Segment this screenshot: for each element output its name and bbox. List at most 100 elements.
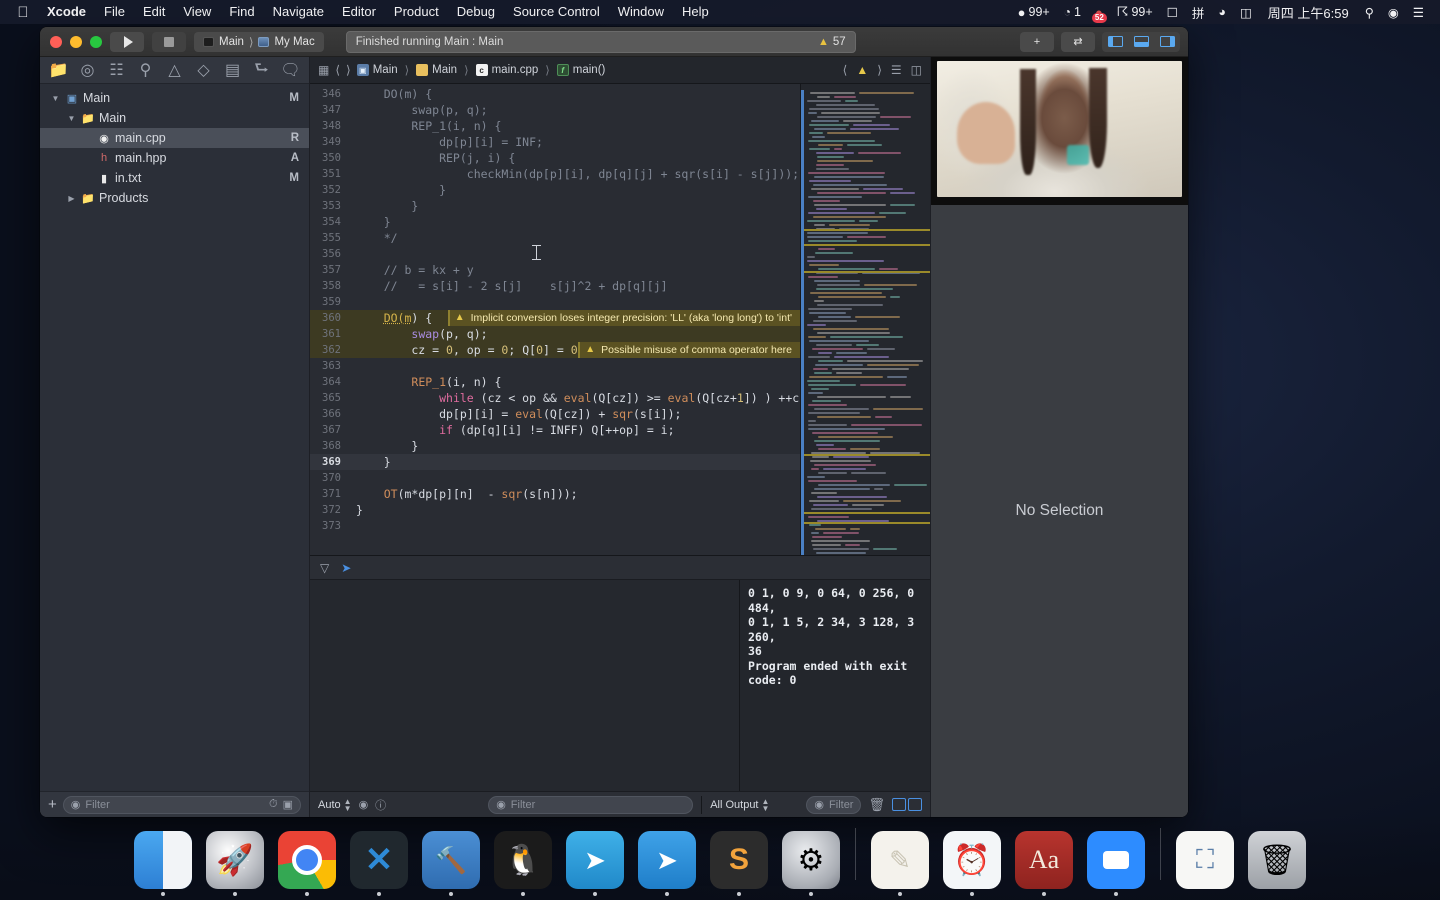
tab-issue-navigator[interactable]: △ [163,60,187,80]
variables-view[interactable] [310,580,740,791]
tab-debug-navigator[interactable]: ▤ [221,60,245,80]
variables-info-icon[interactable]: ⓘ [375,797,386,813]
breadcrumb-project[interactable]: ▣ Main [356,64,398,76]
code-line-358[interactable]: 358 // = s[i] - 2 s[j] s[j]^2 + dp[q][j] [310,278,800,294]
dock-item-xcode[interactable]: 🔨 [415,831,487,896]
status-wifi[interactable]: ◕ [1212,5,1232,19]
menu-item-window[interactable]: Window [609,0,673,24]
dock-item-trash[interactable]: 🗑 [1241,831,1313,896]
qq-icon[interactable]: 🐧 [494,831,552,889]
code-line-364[interactable]: 364 REP_1(i, n) { [310,374,800,390]
menu-item-view[interactable]: View [174,0,220,24]
code-line-360[interactable]: 360 DO(m) {▲ Implicit conversion loses in… [310,310,800,326]
code-line-362[interactable]: 362 cz = 0, op = 0; Q[0] = 0;▲Possible m… [310,342,800,358]
inline-warning-banner[interactable]: ▲ Implicit conversion loses integer preci… [447,310,800,326]
add-assistant-editor-icon[interactable]: ◫ [911,63,922,77]
wechat-icon[interactable]: ⏰ [943,831,1001,889]
project-navigator-tree[interactable]: ▼ ▣ Main M ▼ 📁 Main ◉ main.cpp Rh main.hpp A ▮ in.txt… [40,84,309,791]
chrome-icon[interactable] [278,831,336,889]
swap-editor-button[interactable]: ⇄ [1061,31,1095,52]
variables-watch-icon[interactable]: ◉ [359,798,369,811]
dock-item-telegram[interactable]: ➤ [559,831,631,896]
continue-execution-icon[interactable]: ➤ [341,561,351,575]
breadcrumb-file[interactable]: c main.cpp [475,64,538,76]
dock-item-downloads-stack[interactable]: ⛶ [1169,831,1241,896]
dock-item-notes[interactable]: ✎ [864,831,936,896]
show-console-button[interactable] [908,798,922,811]
dock-item-dingtalk[interactable]: ➤ [631,831,703,896]
navigator-filter-input[interactable]: ◉ Filter ⏱ ▣ [62,795,301,814]
console-filter-input[interactable]: ◉ Filter [806,795,862,814]
code-line-354[interactable]: 354 } [310,214,800,230]
minimize-button[interactable] [70,35,82,48]
tab-symbol-navigator[interactable]: ☷ [105,60,129,80]
toggle-navigator-button[interactable] [1102,32,1128,52]
next-issue-button[interactable]: ⟩ [877,63,882,77]
activity-status-bar[interactable]: Finished running Main : Main ▲ 57 [345,30,856,53]
disclosure-triangle-icon[interactable]: ▼ [66,114,77,123]
code-line-366[interactable]: 366 dp[p][i] = eval(Q[cz]) + sqr(s[i]); [310,406,800,422]
code-line-370[interactable]: 370 [310,470,800,486]
status-app-badged[interactable]: ● 52 [1089,5,1109,23]
back-button[interactable]: ⟨ [335,63,340,77]
status-notifications[interactable]: ◔ 1 [1058,5,1087,19]
code-line-356[interactable]: 356 [310,246,800,262]
code-line-355[interactable]: 355 */ [310,230,800,246]
recent-files-icon[interactable]: ⏱ [269,798,278,811]
menu-item-product[interactable]: Product [385,0,448,24]
tab-report-navigator[interactable]: 🗨 [279,60,303,80]
code-line-348[interactable]: 348 REP_1(i, n) { [310,118,800,134]
dock-item-vscode[interactable]: ✕ [343,831,415,896]
issue-warning-icon[interactable]: ▲ [856,63,868,77]
tab-project-navigator[interactable]: 📁 [47,60,71,80]
code-line-367[interactable]: 367 if (dp[q][i] != INFF) Q[++op] = i; [310,422,800,438]
code-line-368[interactable]: 368 } [310,438,800,454]
navigator-row-main-cpp[interactable]: ◉ main.cpp R [40,128,309,148]
code-line-372[interactable]: 372} [310,502,800,518]
tab-find-navigator[interactable]: ⚲ [134,60,158,80]
show-variables-button[interactable] [892,798,906,811]
downloads-stack-icon[interactable]: ⛶ [1176,831,1234,889]
minimap-toggle-icon[interactable]: ☰ [891,63,902,77]
code-line-352[interactable]: 352 } [310,182,800,198]
code-line-365[interactable]: 365 while (cz < op && eval(Q[cz]) >= eva… [310,390,800,406]
forward-button[interactable]: ⟩ [346,63,351,77]
run-button[interactable] [110,31,144,52]
code-scroll-area[interactable]: 346 DO(m) {347 swap(p, q); 348 REP_1(i, n… [310,84,800,555]
status-battery[interactable]: ◫ [1234,5,1258,20]
menu-item-file[interactable]: File [95,0,134,24]
telegram-icon[interactable]: ➤ [566,831,624,889]
add-file-button[interactable]: + [48,797,57,812]
tab-breakpoint-navigator[interactable]: ⮑ [250,60,274,80]
code-lines[interactable]: 346 DO(m) {347 swap(p, q); 348 REP_1(i, n… [310,84,800,534]
status-control-center[interactable]: ☰ [1407,5,1430,20]
menu-item-debug[interactable]: Debug [448,0,504,24]
breadcrumb-symbol[interactable]: f main() [556,64,605,76]
scheme-selector[interactable]: Main ⟩ My Mac [194,31,324,52]
navigator-row-Products[interactable]: ▶ 📁 Products [40,188,309,208]
stop-button[interactable] [152,31,186,52]
toggle-inspector-button[interactable] [1154,32,1180,52]
code-line-369[interactable]: 369 } [310,454,800,470]
navigator-row-main-hpp[interactable]: h main.hpp A [40,148,309,168]
menu-item-find[interactable]: Find [220,0,263,24]
navigator-row-Main[interactable]: ▼ ▣ Main M [40,88,309,108]
breadcrumb-group[interactable]: Main [416,64,457,76]
trash-icon[interactable]: 🗑 [868,797,885,813]
webcam-video-overlay[interactable] [931,57,1188,205]
apple-menu-icon[interactable]:  [8,5,38,20]
status-airplay[interactable]: ☐ [1161,5,1184,20]
status-input-method[interactable]: 拼 [1186,3,1211,22]
dock-item-sublime-text[interactable]: S [703,831,775,896]
variables-filter-input[interactable]: ◉ Filter [488,795,694,814]
disclosure-triangle-icon[interactable]: ▼ [50,94,61,103]
code-line-371[interactable]: 371 OT(m*dp[p][n] - sqr(s[n])); [310,486,800,502]
dock-item-qq[interactable]: 🐧 [487,831,559,896]
menu-item-help[interactable]: Help [673,0,718,24]
dictionary-icon[interactable]: Aa [1015,831,1073,889]
dock-item-chrome[interactable] [271,831,343,896]
tab-test-navigator[interactable]: ◇ [192,60,216,80]
source-editor[interactable]: 346 DO(m) {347 swap(p, q); 348 REP_1(i, n… [310,84,930,555]
code-line-353[interactable]: 353 } [310,198,800,214]
navigator-row-Main[interactable]: ▼ 📁 Main [40,108,309,128]
